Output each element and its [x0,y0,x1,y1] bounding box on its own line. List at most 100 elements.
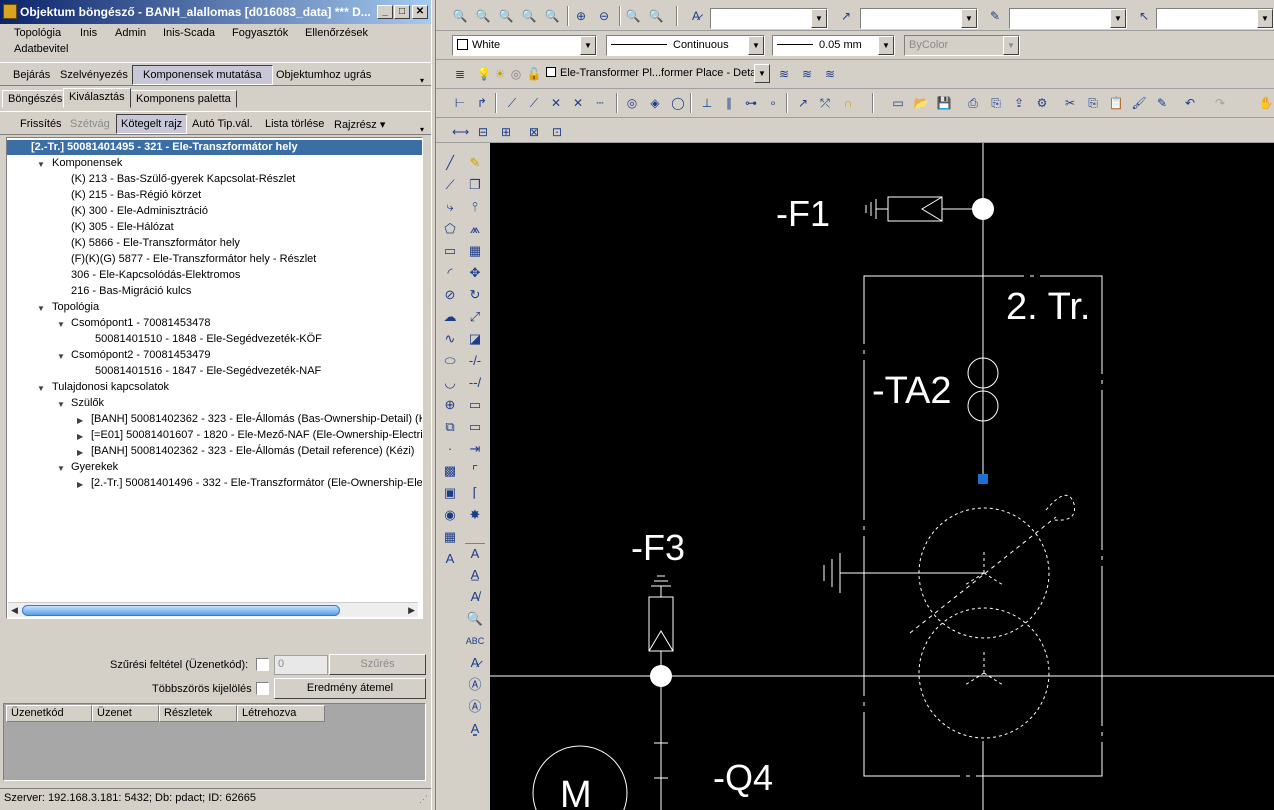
region-icon[interactable]: ◉ [440,505,460,525]
polygon-icon[interactable]: ⬠ [440,219,460,239]
collapse-arrow-icon[interactable]: ▼ [57,320,65,329]
stretch-icon[interactable]: ◪ [465,329,485,349]
plot-preview-icon[interactable]: ⎘ [988,95,1004,111]
snap-insert-icon[interactable]: ⊶ [743,95,759,111]
tree-node-tulajdonosi[interactable]: Tulajdonosi kapcsolatok [52,380,169,395]
gradient-icon[interactable]: ▣ [440,483,460,503]
plot-icon[interactable]: ⎙ [965,95,981,111]
move-icon[interactable]: ✥ [465,263,485,283]
tree-item[interactable]: [BANH] 50081402362 - 323 - Ele-Állomás (… [91,412,422,427]
revision-cloud-icon[interactable]: ☁ [440,307,460,327]
spell-check-icon[interactable]: ABC [465,631,485,651]
snap-intersection-icon[interactable]: ✕ [548,95,564,111]
f3-fuse-body[interactable] [648,596,674,652]
menu-inis-scada[interactable]: Inis-Scada [163,27,215,39]
point-icon[interactable]: · [440,439,460,459]
resize-grip-icon[interactable]: ⋰ [419,794,428,805]
color-combo[interactable]: White ▼ [452,35,597,56]
collapse-arrow-icon[interactable]: ▼ [57,464,65,473]
array-icon[interactable]: ▦ [465,241,485,261]
ellipse-icon[interactable]: ⬭ [440,351,460,371]
menu-adatbevitel[interactable]: Adatbevitel [14,43,68,55]
spline-icon[interactable]: ∿ [440,329,460,349]
publish-icon[interactable]: ⇪ [1011,95,1027,111]
tree-item[interactable]: (K) 300 - Ele-Adminisztráció [71,204,208,219]
multi-select-checkbox[interactable] [256,682,269,695]
szetvag-button[interactable]: Szétvág [70,118,110,130]
chevron-down-icon[interactable]: ▼ [1110,9,1126,28]
snap-midpoint-icon[interactable]: ⟋ [526,95,542,111]
chevron-down-icon[interactable]: ▼ [580,36,596,55]
tree-node-komponensek[interactable]: Komponensek [52,156,122,171]
lista-torlese-button[interactable]: Lista törlése [265,118,324,130]
tree-item[interactable]: 216 - Bas-Migráció kulcs [71,284,191,299]
copy-object-icon[interactable]: ❐ [465,175,485,195]
tree-item[interactable]: (K) 215 - Bas-Régió körzet [71,188,201,203]
snap-quadrant-icon[interactable]: ◈ [647,95,663,111]
chevron-down-icon[interactable]: ▼ [1003,36,1019,55]
undo-icon[interactable]: ↶ [1182,95,1198,111]
filter-checkbox[interactable] [256,658,269,671]
auto-tipval-button[interactable]: Autó Tip.vál. [192,118,253,130]
erase-icon[interactable]: ✎ [465,153,485,173]
chevron-down-icon[interactable]: ▼ [961,9,977,28]
layer-previous-icon[interactable]: ≋ [799,66,815,82]
trim-icon[interactable]: -/- [465,351,485,371]
tree-root-node[interactable]: [2.-Tr.] 50081401495 - 321 - Ele-Transzf… [7,140,422,155]
sun-icon[interactable]: ☀ [492,66,508,82]
hatch-icon[interactable]: ▩ [440,461,460,481]
message-list[interactable]: Üzenetkód Üzenet Részletek Létrehozva [3,703,426,781]
multileader-style-combo[interactable]: ▼ [1156,8,1274,29]
close-button[interactable]: ✕ [412,5,428,19]
tree-node-szulok[interactable]: Szülők [71,396,104,411]
make-block-icon[interactable]: ⧉ [440,417,460,437]
tree-node-csomopont1[interactable]: Csomópont1 - 70081453478 [71,316,210,331]
f1-junction-node[interactable] [972,198,994,220]
mirror-icon[interactable]: ⫯ [465,197,485,217]
fillet-icon[interactable]: ⌈ [465,483,485,503]
extend-icon[interactable]: --/ [465,373,485,393]
baseline-dimension-icon[interactable]: ⊟ [475,124,491,140]
linear-dimension-icon[interactable]: ⟷ [452,124,469,140]
match-properties-icon[interactable]: 🖌 [1131,95,1147,111]
tree-item[interactable]: 306 - Ele-Kapcsolódás-Elektromos [71,268,240,283]
tree-item[interactable]: (F)(K)(G) 5877 - Ele-Transzformátor hely… [71,252,316,267]
table-style-combo[interactable]: ▼ [1009,8,1127,29]
tree-item[interactable]: (K) 5866 - Ele-Transzformátor hely [71,236,240,251]
chevron-down-icon[interactable]: ▼ [754,64,770,83]
expand-arrow-icon[interactable]: ▶ [77,480,83,489]
scale-text-icon[interactable]: Ⓐ [465,675,485,695]
object-tree[interactable]: ◢ [2.-Tr.] 50081401495 - 321 - Ele-Trans… [6,137,423,619]
text-style-icon[interactable]: A̷ [688,8,704,24]
ellipse-arc-icon[interactable]: ◡ [440,373,460,393]
drawing-canvas[interactable]: -F1 2. Tr. -TA2 -F3 -Q4 M [490,143,1274,810]
dimension-edit-icon[interactable]: ⊡ [549,124,565,140]
continue-dimension-icon[interactable]: ⊞ [498,124,514,140]
szelvenyezes-button[interactable]: Szelvényezés [60,69,128,81]
toolbar-overflow-icon[interactable]: ▾ [420,125,428,134]
snap-tracking-icon[interactable]: ⊢ [452,95,468,111]
layer-icon[interactable]: ◎ [508,66,524,82]
snap-tangent-icon[interactable]: ◯ [670,95,686,111]
zoom-realtime-icon[interactable]: 🔍 [452,8,468,24]
snap-apparent-icon[interactable]: ✕ [570,95,586,111]
plotstyle-combo[interactable]: ByColor ▼ [904,35,1020,56]
layer-combo[interactable]: Ele-Transformer Pl...former Place - Deta… [540,64,770,85]
rectangle-icon[interactable]: ▭ [440,241,460,261]
paste-icon[interactable]: 📋 [1108,95,1124,111]
column-uzenetkod[interactable]: Üzenetkód [6,705,92,722]
tree-item[interactable]: [=E01] 50081401607 - 1820 - Ele-Mező-NAF… [91,428,422,443]
snap-extension-icon[interactable]: ┄ [592,95,608,111]
zoom-scale-icon[interactable]: 🔍 [521,8,537,24]
zoom-out-icon[interactable]: ⊖ [596,8,612,24]
snap-endpoint-icon[interactable]: ⟋ [504,95,520,111]
tab-kivalasztas[interactable]: Kiválasztás [63,88,131,108]
tab-komponens-paletta[interactable]: Komponens paletta [130,90,237,108]
pan-icon[interactable]: ✋ [1258,95,1274,111]
rotate-icon[interactable]: ↻ [465,285,485,305]
join-icon[interactable]: ⇥ [465,439,485,459]
chevron-down-icon[interactable]: ▼ [748,36,764,55]
lineweight-combo[interactable]: 0.05 mm ▼ [772,35,895,56]
f1-fuse-body[interactable] [887,196,943,222]
objektumhoz-ugras-button[interactable]: Objektumhoz ugrás [276,69,371,81]
